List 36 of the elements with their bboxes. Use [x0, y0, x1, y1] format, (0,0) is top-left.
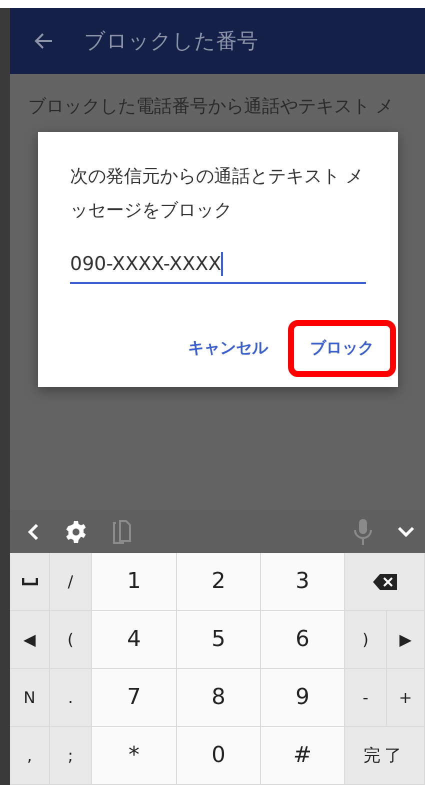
key[interactable]: ▶	[387, 611, 425, 669]
key[interactable]: /	[50, 553, 92, 611]
settings-icon[interactable]	[64, 520, 88, 544]
key[interactable]: +	[387, 669, 425, 727]
key[interactable]: 0	[177, 727, 261, 785]
key[interactable]: )	[345, 611, 387, 669]
key[interactable]: 3	[261, 553, 345, 611]
key[interactable]: ;	[50, 727, 92, 785]
key[interactable]: 7	[92, 669, 177, 727]
backspace-key[interactable]	[345, 553, 425, 611]
key[interactable]: (	[50, 611, 92, 669]
back-icon[interactable]	[26, 522, 40, 542]
key[interactable]: ◀	[10, 611, 50, 669]
chevron-down-icon[interactable]	[397, 526, 415, 538]
key[interactable]: 1	[92, 553, 177, 611]
key[interactable]: .	[50, 669, 92, 727]
done-key[interactable]: 完了	[345, 727, 425, 785]
key[interactable]: 9	[261, 669, 345, 727]
key[interactable]: 8	[177, 669, 261, 727]
key[interactable]: ,	[10, 727, 50, 785]
phone-number-field[interactable]: 090-XXXX-XXXX	[70, 246, 366, 284]
key[interactable]: 6	[261, 611, 345, 669]
key[interactable]: *	[92, 727, 177, 785]
key[interactable]: -	[345, 669, 387, 727]
key[interactable]: N	[10, 669, 50, 727]
space-icon	[22, 578, 38, 586]
back-arrow-icon[interactable]	[34, 31, 54, 51]
backspace-icon	[372, 574, 396, 590]
screen-title: ブロックした番号	[84, 28, 258, 55]
key[interactable]: #	[261, 727, 345, 785]
dialog-message: 次の発信元からの通話とテキスト メッセージをブロック	[70, 165, 365, 223]
key[interactable]: 5	[177, 611, 261, 669]
key[interactable]: 4	[92, 611, 177, 669]
key[interactable]: 2	[177, 553, 261, 611]
description-text: ブロックした電話番号から通話やテキスト メ	[28, 95, 395, 119]
space-key[interactable]	[10, 553, 50, 611]
